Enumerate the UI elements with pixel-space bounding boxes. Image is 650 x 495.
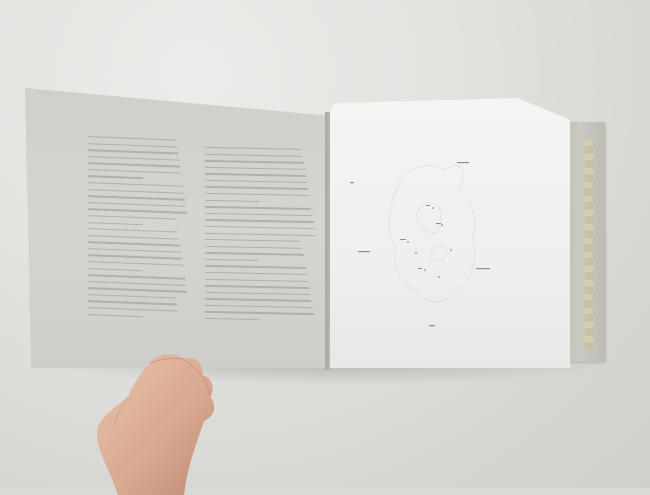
text-line — [205, 186, 309, 190]
text-line — [88, 215, 176, 220]
text-line — [205, 212, 313, 217]
text-line — [88, 168, 181, 174]
text-line — [205, 245, 303, 249]
text-line — [88, 280, 186, 286]
text-line — [205, 271, 307, 276]
text-line — [88, 149, 178, 155]
text-line — [88, 247, 181, 253]
text-line — [88, 313, 143, 318]
text-line — [88, 188, 184, 194]
island-map-drawing — [350, 162, 490, 327]
text-line — [205, 252, 304, 256]
text-line — [88, 234, 179, 240]
text-line — [205, 238, 302, 243]
text-line — [88, 162, 180, 168]
text-line — [88, 267, 143, 272]
text-line — [205, 304, 313, 309]
text-line — [205, 173, 306, 177]
text-line — [88, 182, 183, 188]
text-line — [205, 265, 306, 269]
text-line — [88, 261, 183, 267]
text-line — [88, 221, 143, 226]
hand-holding-page — [97, 354, 215, 495]
text-line — [88, 208, 187, 214]
text-line — [205, 317, 259, 321]
text-line — [205, 258, 259, 262]
map-markers — [407, 207, 452, 278]
map-label-marks — [350, 162, 490, 327]
text-line — [205, 232, 316, 237]
text-line — [205, 153, 303, 157]
text-line — [205, 199, 259, 202]
text-line — [205, 291, 311, 296]
text-line — [205, 159, 304, 164]
text-line — [205, 166, 305, 171]
text-line — [88, 274, 185, 280]
text-line — [205, 298, 312, 302]
text-line — [205, 284, 310, 289]
text-line — [205, 225, 315, 230]
text-line — [205, 206, 312, 210]
text-line — [88, 293, 176, 299]
text-line — [88, 300, 177, 306]
text-line — [205, 278, 309, 282]
text-line — [88, 155, 179, 161]
text-line — [88, 228, 178, 234]
text-line — [88, 201, 186, 208]
text-line — [205, 192, 310, 197]
left-page-text-column-2 — [205, 146, 317, 327]
text-line — [88, 175, 143, 180]
text-line — [205, 219, 314, 223]
text-line — [88, 195, 185, 201]
island-outline — [388, 165, 476, 303]
text-line — [205, 311, 314, 315]
text-line — [88, 307, 178, 312]
text-line — [88, 287, 187, 293]
left-page-text-column-1 — [88, 136, 188, 324]
text-line — [205, 179, 307, 184]
text-line — [88, 142, 177, 148]
text-line — [88, 254, 182, 260]
text-line — [88, 241, 180, 247]
book-spine-edge — [585, 140, 593, 350]
